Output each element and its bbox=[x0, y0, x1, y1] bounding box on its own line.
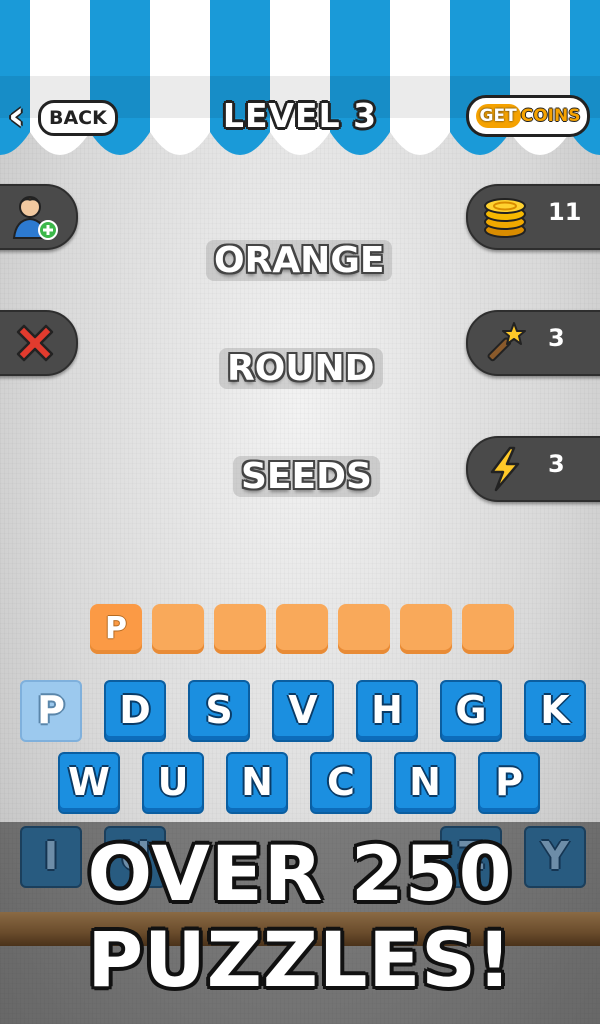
back-button-label: BACK bbox=[38, 100, 118, 136]
remove-letters-button[interactable] bbox=[0, 310, 78, 376]
coins-count: 11 bbox=[548, 198, 582, 226]
back-button[interactable]: ‹ BACK bbox=[8, 93, 118, 139]
coins-label: COINS bbox=[520, 106, 581, 126]
letter-key[interactable]: U bbox=[142, 752, 204, 814]
get-coins-button[interactable]: GET COINS bbox=[466, 95, 590, 137]
awning-header bbox=[0, 0, 600, 170]
magic-wand-count: 3 bbox=[548, 324, 565, 352]
letter-key[interactable]: N bbox=[226, 752, 288, 814]
answer-slot[interactable] bbox=[152, 604, 204, 654]
letter-key[interactable]: W bbox=[58, 752, 120, 814]
answer-slot[interactable]: P bbox=[90, 604, 142, 654]
clue-3: SEEDS bbox=[233, 456, 380, 497]
answer-slot[interactable] bbox=[462, 604, 514, 654]
chevron-left-icon: ‹ bbox=[8, 93, 25, 139]
magic-wand-icon bbox=[487, 322, 526, 362]
letter-key[interactable]: P bbox=[20, 680, 82, 742]
letter-key[interactable]: S bbox=[188, 680, 250, 742]
lightning-icon bbox=[490, 446, 520, 492]
close-icon bbox=[16, 324, 54, 362]
answer-slot[interactable] bbox=[276, 604, 328, 654]
lightning-count: 3 bbox=[548, 450, 565, 478]
game-screen: ‹ BACK LEVEL 3 GET COINS 11 3 3 ORANGE R… bbox=[0, 0, 600, 1024]
promo-line-1: OVER 250 bbox=[87, 829, 513, 918]
coin-stack-icon bbox=[484, 198, 526, 238]
clue-2: ROUND bbox=[219, 348, 383, 389]
magic-wand-button[interactable]: 3 bbox=[466, 310, 600, 376]
letter-key[interactable]: H bbox=[356, 680, 418, 742]
letter-key[interactable]: D bbox=[104, 680, 166, 742]
add-user-icon bbox=[12, 196, 58, 240]
letter-key[interactable]: K bbox=[524, 680, 586, 742]
letter-key[interactable]: G bbox=[440, 680, 502, 742]
clue-1: ORANGE bbox=[206, 240, 393, 281]
answer-slot[interactable] bbox=[338, 604, 390, 654]
letter-key[interactable]: V bbox=[272, 680, 334, 742]
promo-line-2: PUZZLES! bbox=[87, 915, 513, 1004]
answer-slot[interactable] bbox=[400, 604, 452, 654]
letter-key[interactable]: C bbox=[310, 752, 372, 814]
level-title: LEVEL 3 bbox=[222, 96, 378, 135]
coins-counter: 11 bbox=[466, 184, 600, 250]
letter-key[interactable]: P bbox=[478, 752, 540, 814]
letter-key[interactable]: N bbox=[394, 752, 456, 814]
lightning-button[interactable]: 3 bbox=[466, 436, 600, 502]
get-label: GET bbox=[475, 104, 521, 128]
add-friend-button[interactable] bbox=[0, 184, 78, 250]
answer-slot[interactable] bbox=[214, 604, 266, 654]
